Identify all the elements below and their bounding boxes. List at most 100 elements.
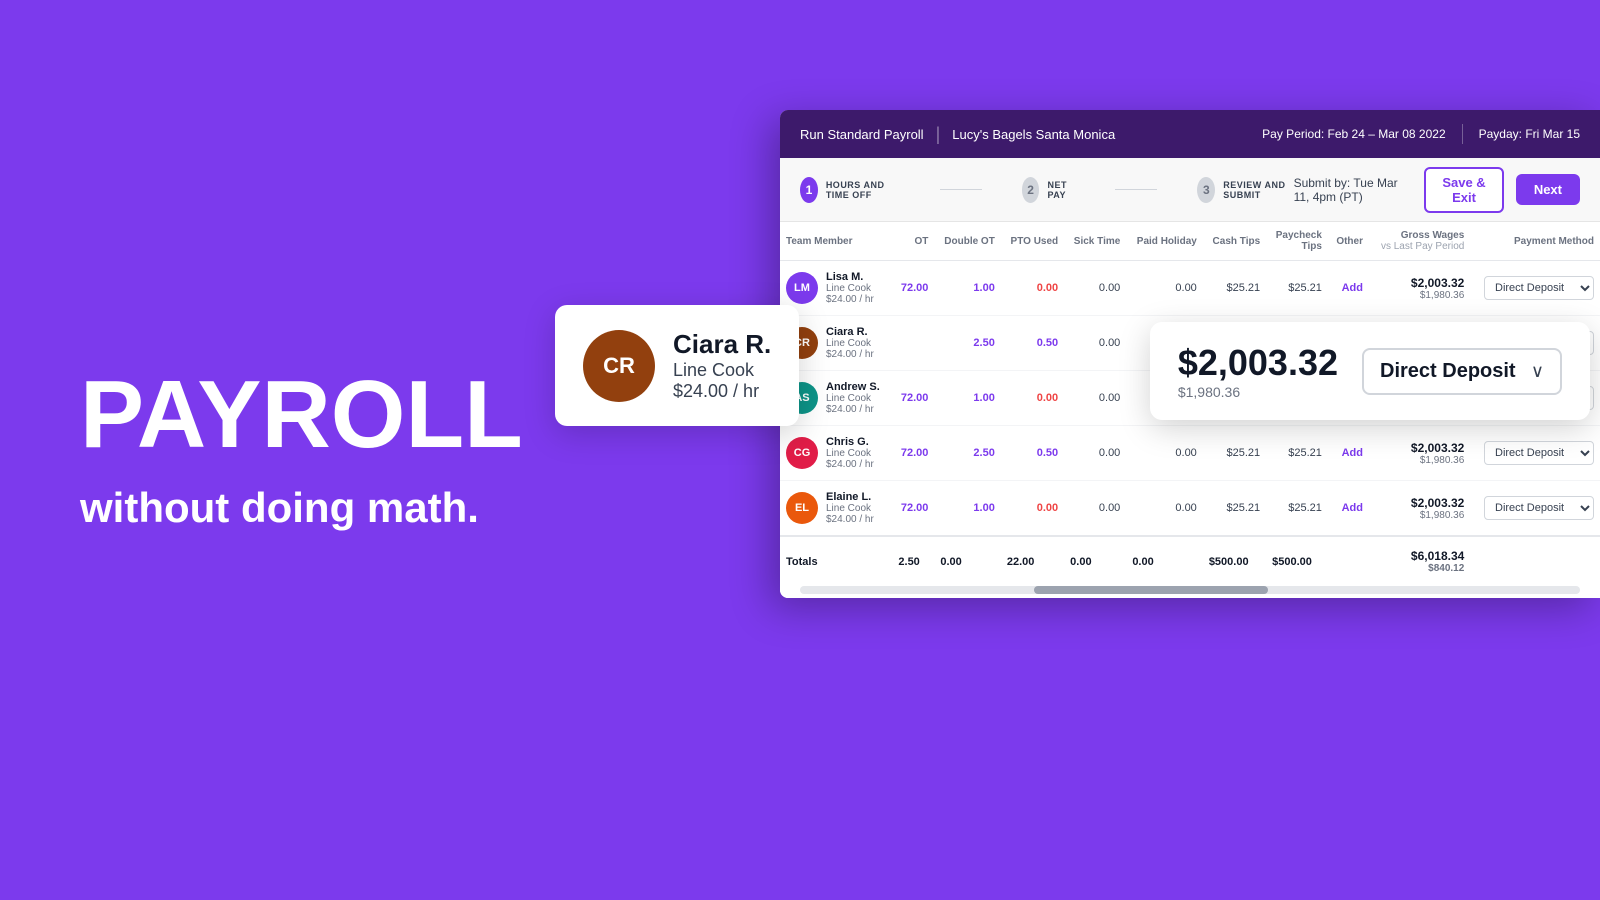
step-1[interactable]: 1 HOURS AND TIME OFF [800, 177, 900, 203]
step-2[interactable]: 2 NET PAY [1022, 177, 1076, 203]
popup-employee-info: Ciara R. Line Cook $24.00 / hr [673, 329, 771, 402]
paycheck-tips-cell: $25.21 [1266, 481, 1328, 537]
employee-role: Line Cook [826, 448, 874, 459]
employee-rate: $24.00 / hr [826, 404, 880, 415]
col-gross-wages: Gross Wagesvs Last Pay Period [1369, 222, 1470, 261]
employee-role: Line Cook [826, 503, 874, 514]
col-ot: OT [892, 222, 934, 261]
divider [1462, 124, 1463, 144]
gross-wages-cell: $2,003.32 $1,980.36 [1369, 426, 1470, 481]
totals-cash-tips: $500.00 [1203, 536, 1266, 586]
separator: | [936, 124, 941, 145]
popup-payment-method[interactable]: Direct Deposit ∨ [1362, 348, 1562, 395]
gross-previous: $1,980.36 [1375, 290, 1464, 301]
table-row: EL Elaine L. Line Cook $24.00 / hr 72.00… [780, 481, 1600, 537]
popup-avatar: CR [583, 330, 655, 402]
col-team-member: Team Member [780, 222, 892, 261]
company-name: Lucy's Bagels Santa Monica [952, 127, 1115, 142]
double-ot-cell: 2.50 [934, 426, 1000, 481]
gross-current: $2,003.32 [1375, 441, 1464, 455]
cash-tips-cell: $25.21 [1203, 426, 1266, 481]
payment-method-cell[interactable]: Direct Deposit Check [1470, 426, 1600, 481]
popup-prev-amount: $1,980.36 [1178, 384, 1338, 400]
totals-holiday: 0.00 [1126, 536, 1203, 586]
popup-employee-role: Line Cook [673, 360, 771, 381]
payday: Payday: Fri Mar 15 [1479, 127, 1580, 141]
other-cell[interactable]: Add [1328, 426, 1369, 481]
scroll-indicator[interactable] [800, 586, 1580, 594]
totals-other [1328, 536, 1369, 586]
col-payment-method: Payment Method [1470, 222, 1600, 261]
sick-cell: 0.00 [1064, 426, 1126, 481]
step-2-circle: 2 [1022, 177, 1040, 203]
payment-method-cell[interactable]: Direct Deposit Check [1470, 481, 1600, 537]
employee-info: Lisa M. Line Cook $24.00 / hr [826, 271, 874, 305]
totals-pto: 22.00 [1001, 536, 1064, 586]
sick-cell: 0.00 [1064, 261, 1126, 316]
double-ot-cell: 2.50 [934, 316, 1000, 371]
double-ot-cell: 1.00 [934, 261, 1000, 316]
step-3-circle: 3 [1197, 177, 1215, 203]
employee-name: Elaine L. [826, 491, 874, 503]
employee-info: Ciara R. Line Cook $24.00 / hr [826, 326, 874, 360]
payment-method-select[interactable]: Direct Deposit Check [1484, 276, 1594, 300]
popup-employee-rate: $24.00 / hr [673, 381, 771, 402]
other-cell[interactable]: Add [1328, 481, 1369, 537]
steps-bar: 1 HOURS AND TIME OFF 2 NET PAY 3 REVIEW … [780, 158, 1600, 222]
pto-cell: 0.50 [1001, 426, 1064, 481]
employee-cell: LM Lisa M. Line Cook $24.00 / hr [780, 261, 892, 316]
step-3[interactable]: 3 REVIEW AND SUBMIT [1197, 177, 1293, 203]
gross-previous: $1,980.36 [1375, 510, 1464, 521]
paycheck-tips-cell: $25.21 [1266, 426, 1328, 481]
popup-employee-name: Ciara R. [673, 329, 771, 360]
gross-current: $2,003.32 [1375, 276, 1464, 290]
employee-cell: CG Chris G. Line Cook $24.00 / hr [780, 426, 892, 481]
hero-subtitle: without doing math. [80, 483, 523, 533]
pto-cell: 0.00 [1001, 261, 1064, 316]
table-row: LM Lisa M. Line Cook $24.00 / hr 72.00 1… [780, 261, 1600, 316]
employee-role: Line Cook [826, 283, 874, 294]
gross-current: $2,003.32 [1375, 496, 1464, 510]
employee-name: Andrew S. [826, 381, 880, 393]
employee-name: Ciara R. [826, 326, 874, 338]
payment-method-select[interactable]: Direct Deposit Check [1484, 441, 1594, 465]
totals-payment [1470, 536, 1600, 586]
totals-label: Totals [780, 536, 892, 586]
payment-method-select[interactable]: Direct Deposit Check [1484, 496, 1594, 520]
col-cash-tips: Cash Tips [1203, 222, 1266, 261]
employee-info: Chris G. Line Cook $24.00 / hr [826, 436, 874, 470]
holiday-cell: 0.00 [1126, 261, 1203, 316]
sick-cell: 0.00 [1064, 371, 1126, 426]
run-label: Run Standard Payroll [800, 127, 924, 142]
step-3-label: REVIEW AND SUBMIT [1223, 180, 1293, 200]
col-holiday: Paid Holiday [1126, 222, 1203, 261]
ot-cell: 72.00 [892, 426, 934, 481]
employee-name: Chris G. [826, 436, 874, 448]
double-ot-cell: 1.00 [934, 371, 1000, 426]
other-cell[interactable]: Add [1328, 261, 1369, 316]
next-button[interactable]: Next [1516, 174, 1580, 205]
popup-gross-amount: $2,003.32 [1178, 342, 1338, 384]
step-1-circle: 1 [800, 177, 818, 203]
gross-wages-cell: $2,003.32 $1,980.36 [1369, 481, 1470, 537]
sick-cell: 0.00 [1064, 481, 1126, 537]
holiday-cell: 0.00 [1126, 481, 1203, 537]
double-ot-cell: 1.00 [934, 481, 1000, 537]
hero-section: PAYROLL without doing math. [80, 367, 523, 533]
totals-sick: 0.00 [1064, 536, 1126, 586]
totals-ot: 2.50 [892, 536, 934, 586]
pay-period: Pay Period: Feb 24 – Mar 08 2022 [1262, 127, 1445, 141]
gross-previous: $1,980.36 [1375, 455, 1464, 466]
employee-role: Line Cook [826, 338, 874, 349]
payment-method-cell[interactable]: Direct Deposit Check [1470, 261, 1600, 316]
save-exit-button[interactable]: Save & Exit [1424, 167, 1504, 213]
payment-popup: $2,003.32 $1,980.36 Direct Deposit ∨ [1150, 322, 1590, 420]
cash-tips-cell: $25.21 [1203, 261, 1266, 316]
employee-rate: $24.00 / hr [826, 514, 874, 525]
employee-info: Andrew S. Line Cook $24.00 / hr [826, 381, 880, 415]
step-connector-1 [940, 189, 982, 190]
popup-dd-label: Direct Deposit [1380, 360, 1516, 383]
cash-tips-cell: $25.21 [1203, 481, 1266, 537]
col-pto: PTO Used [1001, 222, 1064, 261]
holiday-cell: 0.00 [1126, 426, 1203, 481]
